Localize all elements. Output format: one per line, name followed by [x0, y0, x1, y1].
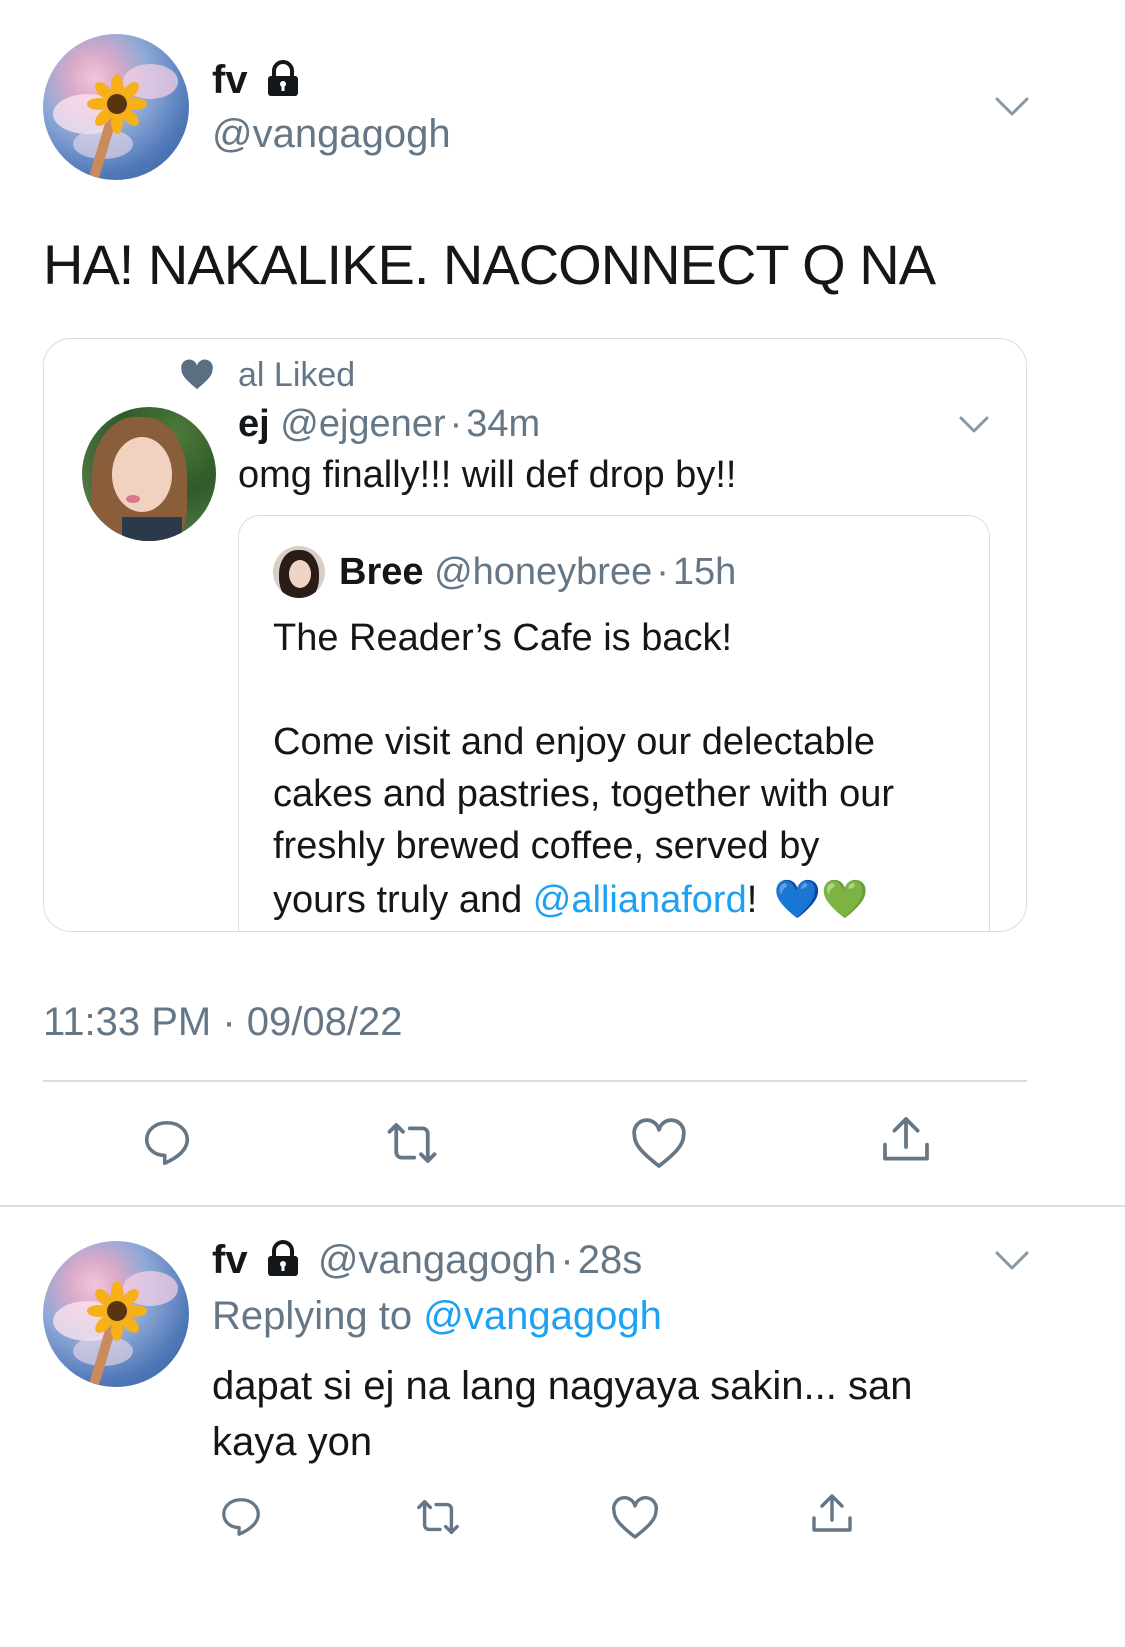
avatar-fv[interactable]: [43, 1241, 189, 1387]
share-icon[interactable]: [878, 1112, 934, 1168]
embedded-tweet-text: omg finally!!! will def drop by!!: [238, 454, 737, 496]
mention-link[interactable]: @allianaford: [533, 879, 747, 921]
section-divider: [0, 1205, 1125, 1207]
sunflower-icon: [87, 74, 147, 179]
dot-separator: ·: [449, 403, 463, 445]
comment-icon[interactable]: [140, 1116, 194, 1170]
quoted-text-line: Come visit and enjoy our delectable: [273, 721, 876, 763]
sunflower-icon: [87, 1281, 147, 1386]
heart-emoji: 💙💚: [773, 877, 869, 921]
retweet-icon[interactable]: [382, 1116, 442, 1170]
lock-icon: [267, 1240, 298, 1276]
quoted-text-line: yours truly and: [273, 879, 533, 921]
author-name[interactable]: fv: [212, 58, 248, 102]
embedded-tweet-age[interactable]: 34m: [466, 403, 540, 445]
chevron-down-icon[interactable]: [994, 1250, 1030, 1272]
reply-author-name[interactable]: fv: [212, 1238, 248, 1282]
quoted-tweet-age[interactable]: 15h: [673, 551, 736, 593]
avatar-ej[interactable]: [82, 407, 216, 541]
quoted-text-line: cakes and pastries, together with our: [273, 773, 895, 815]
chevron-down-icon[interactable]: [994, 96, 1030, 118]
replying-to-label: Replying to: [212, 1294, 424, 1338]
replying-to-handle[interactable]: @vangagogh: [423, 1294, 662, 1338]
dot-separator: ·: [656, 551, 669, 593]
lock-icon: [267, 60, 298, 96]
quoted-author-name[interactable]: Bree: [339, 551, 424, 593]
embedded-tweet-card[interactable]: al Liked ej @ejgener · 34m omg finally!!! …: [43, 338, 1027, 932]
quoted-text-line: The Reader’s Cafe is back!: [273, 617, 733, 659]
quoted-text-punct: !: [746, 879, 758, 921]
divider: [43, 1080, 1027, 1082]
quoted-author-handle[interactable]: @honeybree: [434, 551, 652, 593]
reply-author-handle[interactable]: @vangagogh: [318, 1238, 557, 1282]
chevron-down-icon[interactable]: [958, 415, 990, 435]
reply-text-line: kaya yon: [212, 1420, 373, 1464]
reply-age[interactable]: 28s: [578, 1238, 643, 1282]
heart-icon[interactable]: [631, 1118, 687, 1172]
author-handle[interactable]: @vangagogh: [212, 112, 451, 157]
reply-text-line: dapat si ej na lang nagyaya sakin... san: [212, 1364, 913, 1408]
embedded-author-name[interactable]: ej: [238, 403, 270, 445]
avatar-bree[interactable]: [273, 546, 325, 598]
tweet-text: HA! NAKALIKE. NACONNECT Q NA: [43, 233, 936, 296]
retweet-icon[interactable]: [412, 1494, 464, 1540]
dot-separator: ·: [560, 1238, 574, 1282]
share-icon[interactable]: [808, 1490, 856, 1538]
heart-icon[interactable]: [611, 1496, 659, 1542]
avatar-fv[interactable]: [43, 34, 189, 180]
quoted-tweet-card[interactable]: Bree @honeybree · 15h The Reader’s Cafe is…: [238, 515, 990, 931]
tweet-timestamp[interactable]: 11:33 PM · 09/08/22: [43, 1000, 403, 1045]
social-context: al Liked: [238, 356, 356, 394]
quoted-text-line: freshly brewed coffee, served by: [273, 825, 820, 867]
comment-icon[interactable]: [218, 1494, 264, 1540]
heart-filled-icon: [181, 359, 213, 390]
embedded-author-handle[interactable]: @ejgener: [280, 403, 445, 445]
